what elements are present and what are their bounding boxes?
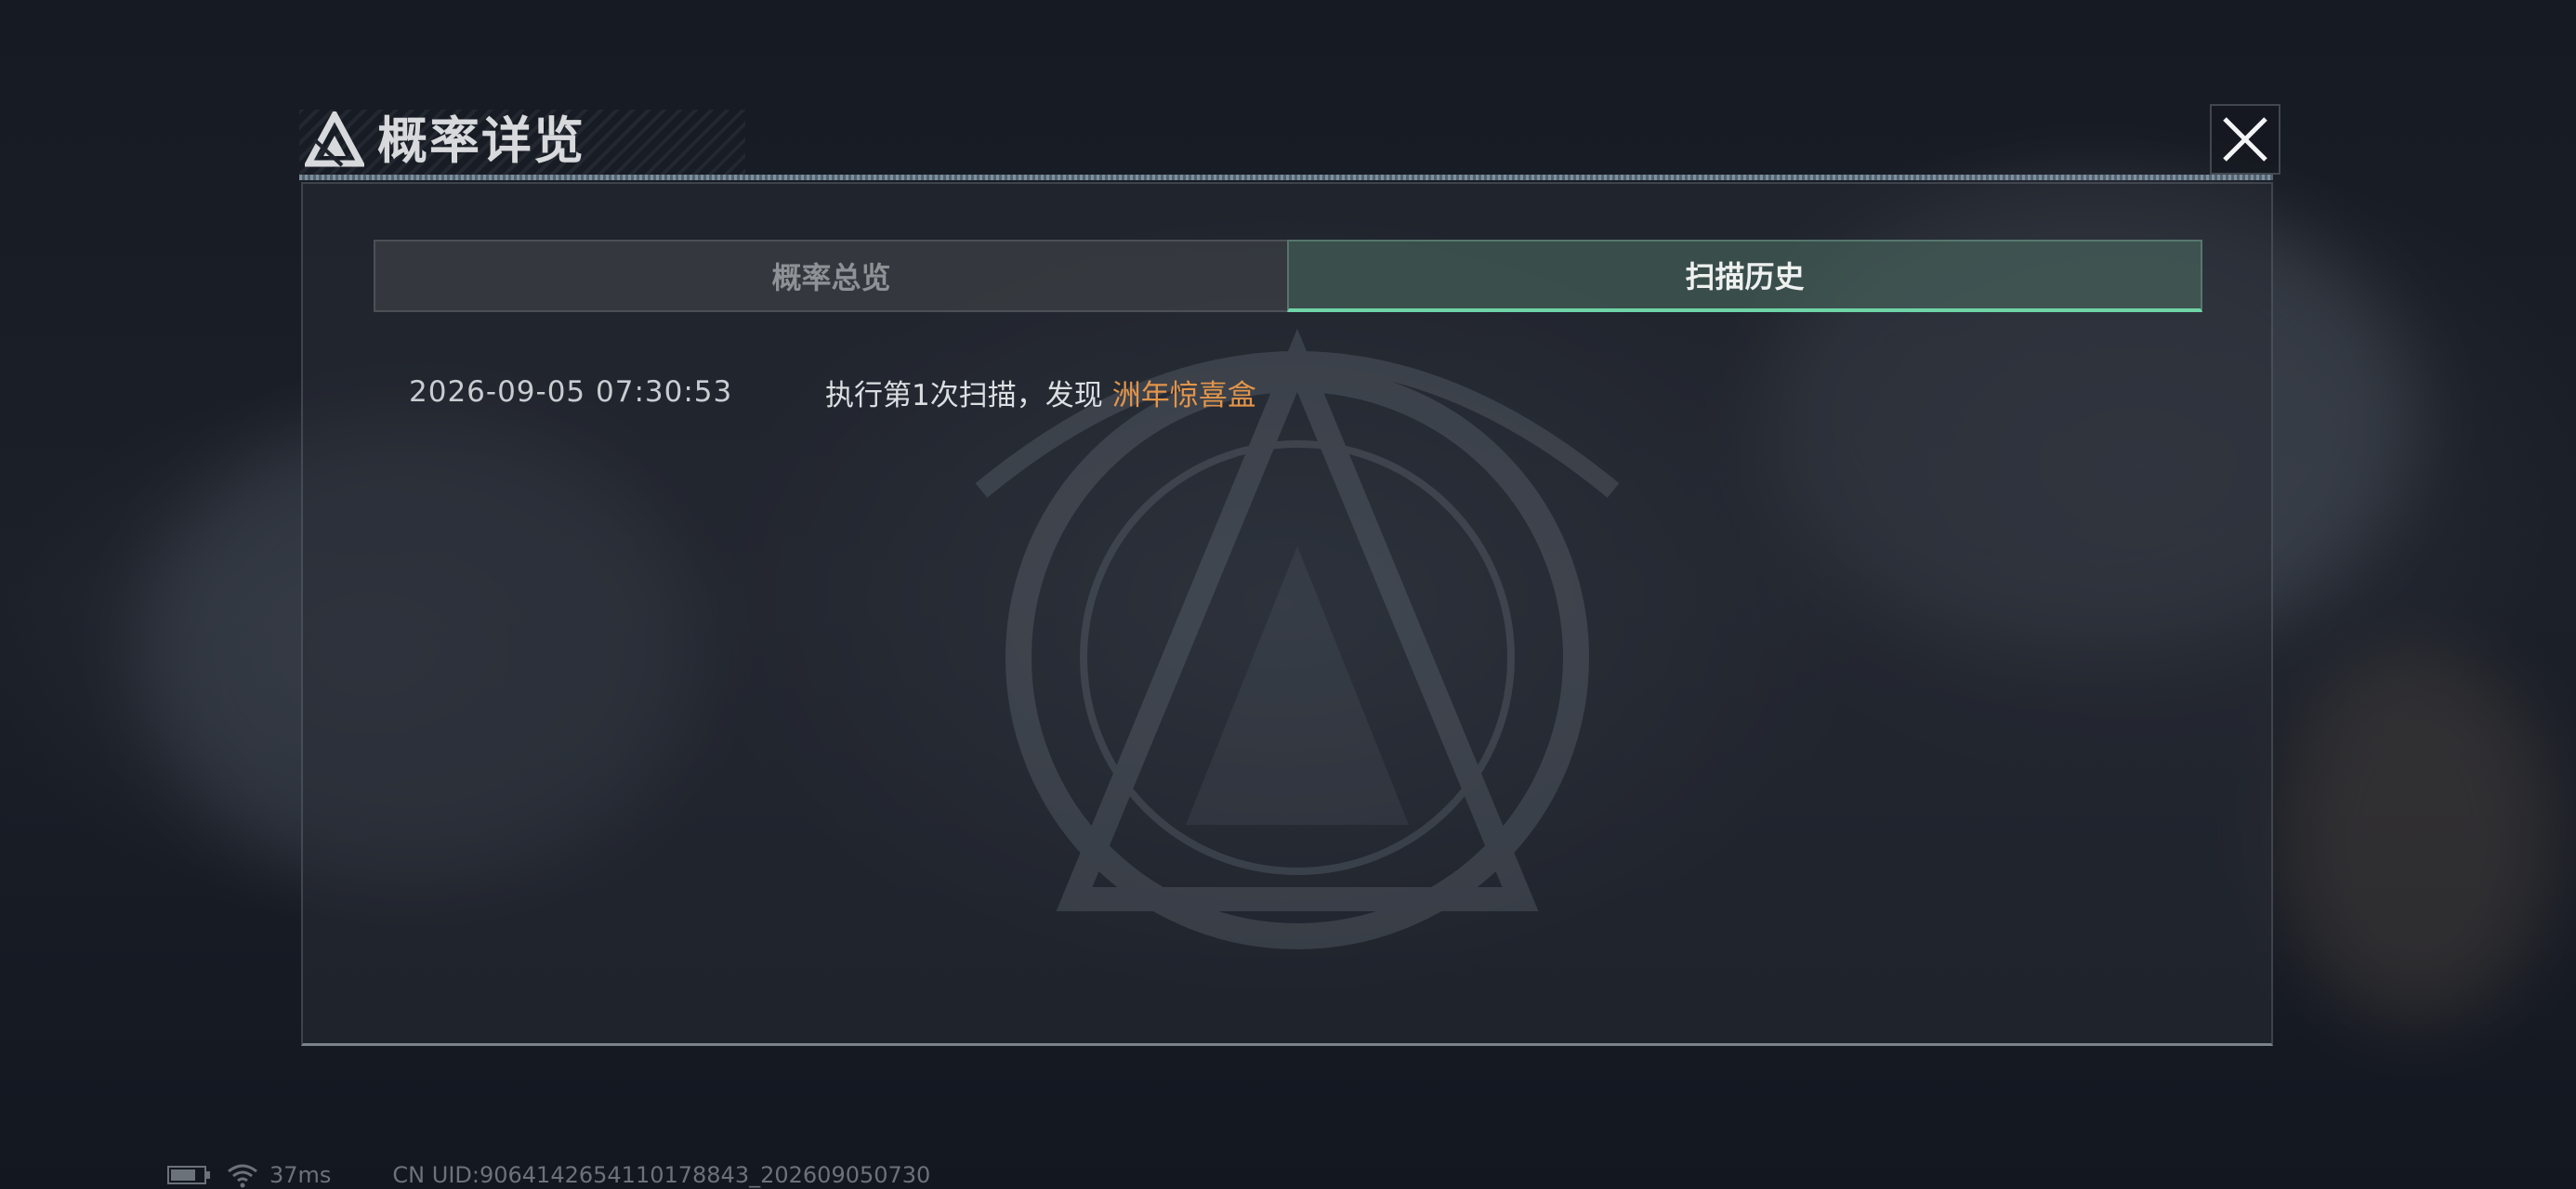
background-blur (2277, 650, 2556, 1022)
tab-probability-overview[interactable]: 概率总览 (374, 240, 1287, 312)
scan-history-list: 2026-09-05 07:30:53 执行第1次扫描，发现 洲年惊喜盒 (409, 366, 2175, 418)
uid-readout: CN UID:9064142654110178843_202609050730 (392, 1162, 931, 1188)
record-timestamp: 2026-09-05 07:30:53 (409, 375, 733, 409)
wifi-icon (228, 1164, 257, 1188)
status-bar: 37ms CN UID:9064142654110178843_20260905… (167, 1161, 930, 1189)
triangle-logo-icon (303, 108, 366, 167)
close-button[interactable] (2210, 104, 2280, 175)
tab-label: 扫描历史 (1685, 259, 1805, 294)
dialog-title-bar: 概率详览 (299, 100, 2280, 186)
title-divider (299, 175, 2273, 180)
close-icon (2223, 117, 2267, 162)
list-item: 2026-09-05 07:30:53 执行第1次扫描，发现 洲年惊喜盒 (409, 366, 2175, 418)
record-found-item: 洲年惊喜盒 (1111, 378, 1256, 412)
battery-icon (167, 1166, 210, 1184)
dialog-panel: 概率总览 扫描历史 2026-09-05 07:30:53 执行第1次扫描，发现… (301, 182, 2273, 1046)
ping-readout: 37ms (269, 1162, 332, 1188)
record-description: 执行第1次扫描，发现 (825, 378, 1103, 412)
tab-scan-history[interactable]: 扫描历史 (1287, 240, 2202, 312)
tab-label: 概率总览 (771, 260, 891, 295)
dialog-title: 概率详览 (377, 111, 585, 170)
game-screen: 概率详览 概率总览 扫描历史 2026-09-05 07:30:53 执行第1次… (0, 0, 2576, 1189)
tab-bar: 概率总览 扫描历史 (374, 240, 2202, 312)
